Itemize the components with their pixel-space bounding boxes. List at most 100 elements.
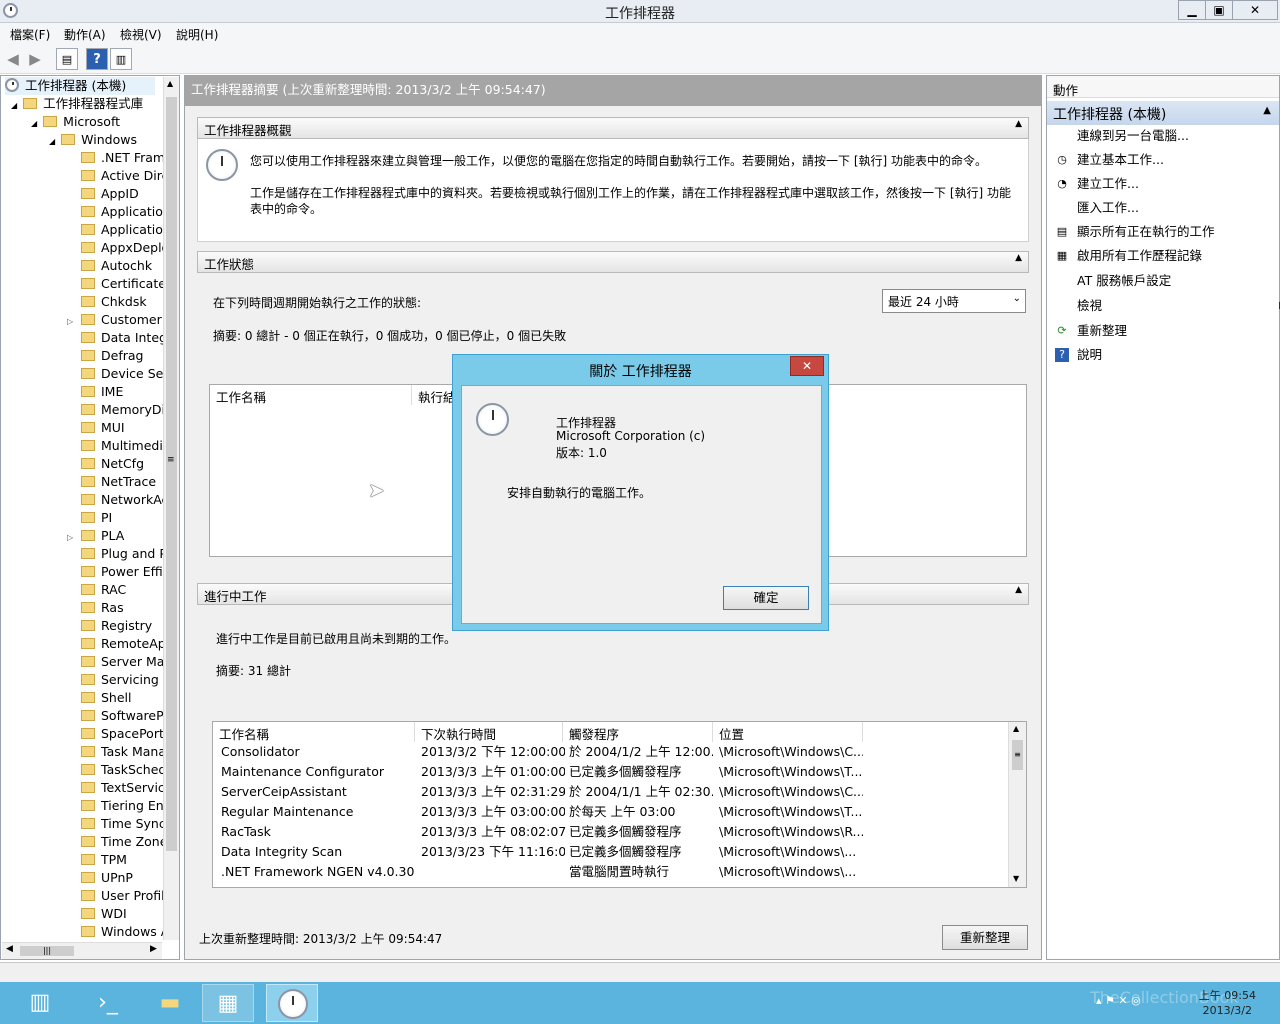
table-cell[interactable]: Maintenance Configurator xyxy=(221,762,415,782)
collapse-icon[interactable]: ▲ xyxy=(1015,585,1022,595)
action-connect[interactable]: 連線到另一台電腦... xyxy=(1077,125,1277,147)
tree-folder[interactable]: SpacePort xyxy=(67,725,163,743)
table-cell[interactable]: 於每天 上午 03:00 xyxy=(569,802,713,822)
task-status-section-header[interactable]: 工作狀態 ▲ xyxy=(197,251,1029,273)
table-cell[interactable]: Consolidator xyxy=(221,742,415,762)
tree-root[interactable]: 工作排程器 (本機) xyxy=(5,77,155,95)
action-refresh[interactable]: 重新整理 xyxy=(1077,320,1277,342)
tree-folder[interactable]: Time Synchronization xyxy=(67,815,163,833)
dialog-close-button[interactable]: ✕ xyxy=(790,356,824,376)
grid-vertical-scrollbar[interactable]: ▲ ≡ ▼ xyxy=(1008,722,1026,887)
tree-folder[interactable]: NetworkAccess xyxy=(67,491,163,509)
action-help[interactable]: 說明 xyxy=(1077,344,1277,366)
table-cell[interactable]: 於 2004/1/2 上午 12:00... xyxy=(569,742,713,762)
tray-icons[interactable]: ▴ ⚑ ✕ ◎ xyxy=(1096,994,1141,1007)
table-cell[interactable]: RacTask xyxy=(221,822,415,842)
tray-date[interactable]: 2013/3/2 xyxy=(1196,1004,1252,1017)
tree-folder[interactable]: Active Directory xyxy=(67,167,163,185)
powershell-icon[interactable]: ›_ xyxy=(82,984,134,1022)
menu-view[interactable]: 檢視(V) xyxy=(120,26,162,43)
tree-folder[interactable]: RAC xyxy=(67,581,163,599)
tree-folder[interactable]: Data Integrity xyxy=(67,329,163,347)
forward-arrow-icon[interactable]: ▶ xyxy=(24,48,46,70)
tree-folder[interactable]: UPnP xyxy=(67,869,163,887)
table-cell[interactable]: 2013/3/3 上午 08:02:07 xyxy=(421,822,565,842)
actions-group-header[interactable]: 工作排程器 (本機) ▲ xyxy=(1047,101,1279,125)
tree-folder[interactable]: IME xyxy=(67,383,163,401)
table-cell[interactable]: 2013/3/3 上午 01:00:00 xyxy=(421,762,565,782)
tree-folder[interactable]: NetCfg xyxy=(67,455,163,473)
action-basic-task[interactable]: 建立基本工作... xyxy=(1077,149,1277,171)
tree-folder[interactable]: AppxDeploy xyxy=(67,239,163,257)
collapse-icon[interactable]: ▲ xyxy=(1015,119,1022,129)
tree-folder[interactable]: Time Zone xyxy=(67,833,163,851)
menu-help[interactable]: 說明(H) xyxy=(176,26,218,43)
tree-windows[interactable]: ◢ Windows xyxy=(49,131,137,149)
table-cell[interactable]: 2013/3/3 上午 03:00:00 xyxy=(421,802,565,822)
table-cell[interactable]: 已定義多個觸發程序 xyxy=(569,822,713,842)
refresh-button[interactable]: 重新整理 xyxy=(942,925,1028,950)
tree-microsoft[interactable]: ◢ Microsoft xyxy=(31,113,120,131)
action-at-account[interactable]: AT 服務帳戶設定 xyxy=(1077,270,1277,292)
show-action-pane-icon[interactable]: ▥ xyxy=(110,48,132,70)
tree-folder[interactable]: ▷Customer Experience xyxy=(67,311,163,329)
period-select[interactable]: 最近 24 小時 ⌄ xyxy=(882,289,1026,313)
table-cell[interactable]: \Microsoft\Windows\R... xyxy=(719,822,863,842)
table-cell[interactable]: \Microsoft\Windows\... xyxy=(719,842,863,862)
column-header[interactable]: 觸發程序 xyxy=(563,722,713,742)
table-cell[interactable]: 當電腦閒置時執行 xyxy=(569,862,713,882)
action-create-task[interactable]: 建立工作... xyxy=(1077,173,1277,195)
tree-folder[interactable]: WDI xyxy=(67,905,163,923)
action-view[interactable]: 檢視▶ xyxy=(1077,295,1280,317)
table-cell[interactable]: ServerCeipAssistant xyxy=(221,782,415,802)
table-cell[interactable]: .NET Framework NGEN v4.0.303... xyxy=(221,862,415,882)
tree-folder[interactable]: Device Setup xyxy=(67,365,163,383)
tree-folder[interactable]: Power Efficiency xyxy=(67,563,163,581)
tree-folder[interactable]: .NET Framework xyxy=(67,149,163,167)
tree-folder[interactable]: Application xyxy=(67,221,163,239)
show-tree-icon[interactable]: ▤ xyxy=(56,48,78,70)
server-manager-icon[interactable]: ▥ xyxy=(14,984,66,1022)
tree-folder[interactable]: Registry xyxy=(67,617,163,635)
tree-folder[interactable]: Plug and Play xyxy=(67,545,163,563)
tree-folder[interactable]: Defrag xyxy=(67,347,163,365)
table-cell[interactable]: 已定義多個觸發程序 xyxy=(569,842,713,862)
table-cell[interactable]: \Microsoft\Windows\T... xyxy=(719,802,863,822)
table-cell[interactable]: \Microsoft\Windows\... xyxy=(719,862,863,882)
tree-folder[interactable]: ▷ PLA xyxy=(67,527,163,545)
column-header[interactable]: 位置 xyxy=(713,722,863,742)
tree-folder[interactable]: TextServices xyxy=(67,779,163,797)
tree-folder[interactable]: Tiering Engine xyxy=(67,797,163,815)
table-cell[interactable]: Data Integrity Scan xyxy=(221,842,415,862)
menu-file[interactable]: 檔案(F) xyxy=(10,26,50,43)
control-panel-icon[interactable]: ▦ xyxy=(202,984,254,1022)
help-icon[interactable]: ? xyxy=(86,48,108,70)
tree-folder[interactable]: TPM xyxy=(67,851,163,869)
task-scheduler-taskbar-icon[interactable] xyxy=(266,984,318,1022)
tree-folder[interactable]: Ras xyxy=(67,599,163,617)
menu-action[interactable]: 動作(A) xyxy=(64,26,106,43)
tree-folder[interactable]: Task Manager xyxy=(67,743,163,761)
tree-folder[interactable]: Chkdsk xyxy=(67,293,163,311)
table-cell[interactable]: \Microsoft\Windows\T... xyxy=(719,762,863,782)
tree-folder[interactable]: NetTrace xyxy=(67,473,163,491)
tree-folder[interactable]: Windows Activation xyxy=(67,923,163,941)
action-history[interactable]: 啟用所有工作歷程記錄 xyxy=(1077,245,1277,267)
overview-section-header[interactable]: 工作排程器概觀 ▲ xyxy=(197,117,1029,139)
tree-folder[interactable]: MemoryDiagnostic xyxy=(67,401,163,419)
table-cell[interactable]: Regular Maintenance xyxy=(221,802,415,822)
table-cell[interactable]: 2013/3/3 上午 02:31:29 xyxy=(421,782,565,802)
column-header[interactable]: 工作名稱 xyxy=(213,722,415,742)
tree-folder[interactable]: Shell xyxy=(67,689,163,707)
tree-library[interactable]: ◢ 工作排程器程式庫 xyxy=(11,95,143,113)
minimize-button[interactable]: ▁ xyxy=(1178,0,1206,20)
collapse-icon[interactable]: ▲ xyxy=(1263,105,1271,116)
tree-folder[interactable]: TaskScheduler xyxy=(67,761,163,779)
table-cell[interactable]: 於 2004/1/1 上午 02:30... xyxy=(569,782,713,802)
tree-folder[interactable]: Multimedia xyxy=(67,437,163,455)
tree-folder[interactable]: SoftwareProtection xyxy=(67,707,163,725)
tree-horizontal-scrollbar[interactable]: ◀ ||| ▶ xyxy=(2,942,162,959)
tree-folder[interactable]: User Profile xyxy=(67,887,163,905)
tree-folder[interactable]: Certificate xyxy=(67,275,163,293)
column-header[interactable]: 下次執行時間 xyxy=(415,722,563,742)
